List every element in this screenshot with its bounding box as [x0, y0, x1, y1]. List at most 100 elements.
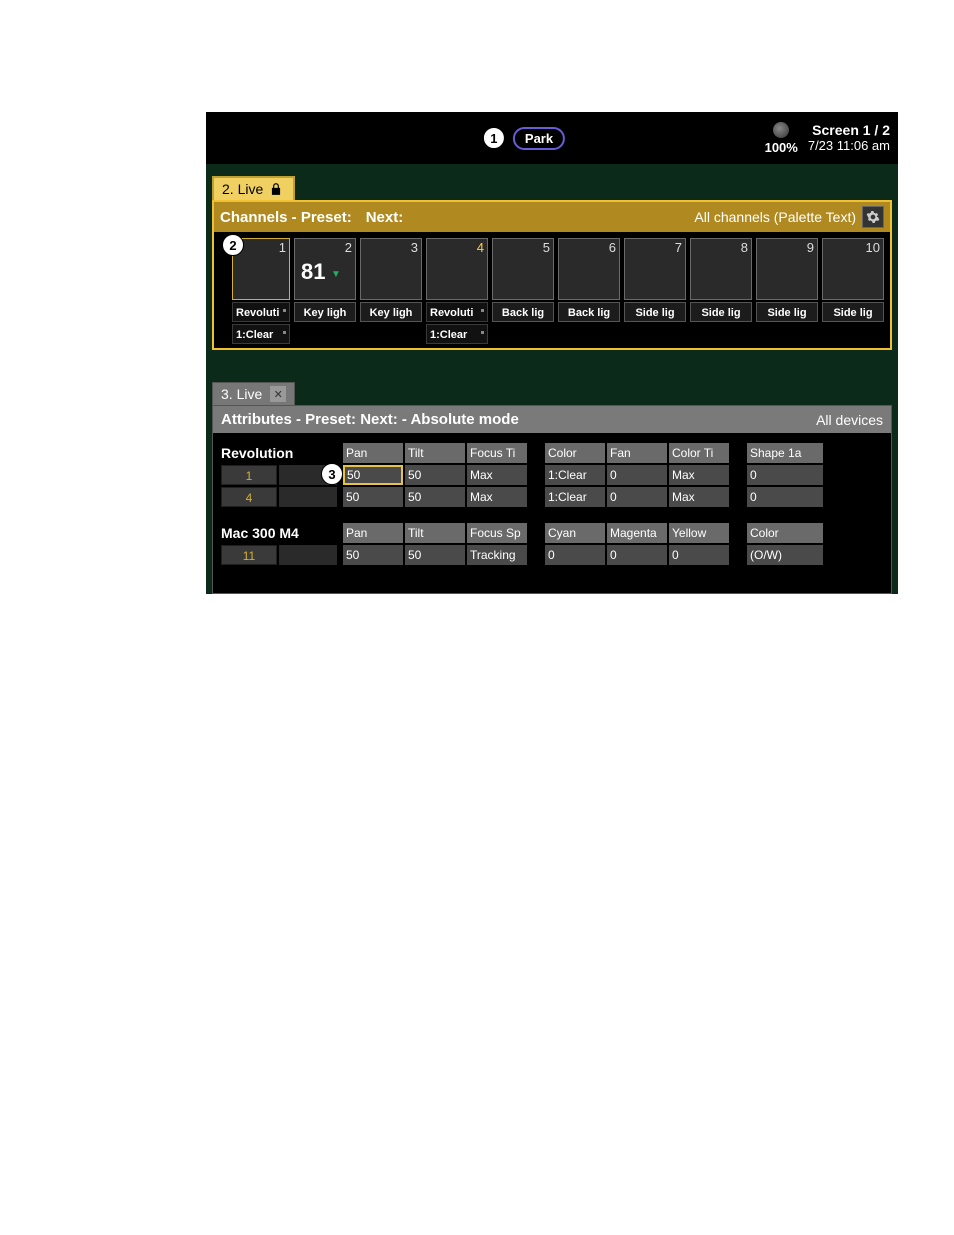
channel-sublabel: Key ligh	[360, 302, 422, 322]
channel-number: 8	[741, 240, 748, 255]
attr-value-cell[interactable]: 50	[405, 487, 465, 507]
attr-value-cell[interactable]: 50	[343, 465, 403, 485]
channel-extra: 1:Clear	[426, 324, 488, 344]
channel-number: 5	[543, 240, 550, 255]
attributes-panel: Attributes - Preset: Next: - Absolute mo…	[212, 405, 892, 594]
channel-extra: 1:Clear	[232, 324, 290, 344]
attr-value-cell[interactable]: 0	[607, 545, 667, 565]
channel-10[interactable]: 10Side lig	[822, 238, 884, 344]
attr-value-cell[interactable]: (O/W)	[747, 545, 823, 565]
fixture-channel-id[interactable]: 4	[221, 487, 277, 507]
channel-9[interactable]: 9Side lig	[756, 238, 818, 344]
intensity-percent: 100%	[765, 140, 798, 155]
attributes-panel-wrapper: 3. Live ✕ Attributes - Preset: Next: - A…	[212, 382, 892, 594]
tab-live-2[interactable]: 2. Live	[212, 176, 295, 200]
gear-button[interactable]	[862, 206, 884, 228]
channel-sublabel: Side lig	[624, 302, 686, 322]
channel-number: 2	[345, 240, 352, 255]
channel-5[interactable]: 5 Back lig	[492, 238, 554, 344]
attr-value-cell[interactable]: 0	[545, 545, 605, 565]
close-icon[interactable]: ✕	[270, 386, 286, 402]
attributes-filter: All devices	[816, 412, 883, 428]
attr-value-cell[interactable]: Tracking	[467, 545, 527, 565]
attr-header-cell: Pan	[343, 523, 403, 543]
channel-2[interactable]: 2 81 ▼ Key ligh	[294, 238, 356, 344]
channel-number: 1	[279, 240, 286, 255]
fixture-channel-id[interactable]: 11	[221, 545, 277, 565]
fixture-channel-id[interactable]: 1	[221, 465, 277, 485]
attr-header-cell: Yellow	[669, 523, 729, 543]
fixture-block: RevolutionPanTiltFocus TiColorFanColor T…	[221, 443, 883, 507]
lock-icon	[269, 182, 283, 196]
attr-header-cell: Color	[747, 523, 823, 543]
attr-header-cell: Tilt	[405, 523, 465, 543]
tab-live-3[interactable]: 3. Live ✕	[212, 382, 295, 405]
attr-header-cell: Pan	[343, 443, 403, 463]
attr-value-cell[interactable]: 1:Clear	[545, 487, 605, 507]
channels-title: Channels - Preset:	[220, 209, 352, 226]
attr-header-cell: Fan	[607, 443, 667, 463]
fixture-name: Mac 300 M4	[221, 523, 341, 543]
channel-number: 10	[866, 240, 880, 255]
channel-sublabel: Key ligh	[294, 302, 356, 322]
attr-value-cell[interactable]: 50	[343, 487, 403, 507]
tab-live-2-label: 2. Live	[222, 181, 263, 197]
attr-value-cell[interactable]: 0	[747, 487, 823, 507]
top-bar: 1 Park 100% Screen 1 / 2 7/23 11:06 am	[206, 112, 898, 164]
attributes-body: RevolutionPanTiltFocus TiColorFanColor T…	[213, 433, 891, 593]
callout-1: 1	[483, 127, 505, 149]
channels-next: Next:	[366, 209, 404, 226]
attr-header-cell: Focus Sp	[467, 523, 527, 543]
channel-sublabel: Back lig	[492, 302, 554, 322]
channel-number: 9	[807, 240, 814, 255]
channel-extra: Revoluti	[232, 302, 290, 322]
gear-icon	[866, 210, 880, 224]
callout-2: 2	[222, 234, 244, 256]
tab-live-3-label: 3. Live	[221, 386, 262, 402]
clock: 7/23 11:06 am	[808, 139, 890, 154]
attr-value-cell[interactable]: 50	[405, 545, 465, 565]
fixture-name: Revolution	[221, 443, 341, 463]
attr-value-cell[interactable]: Max	[467, 465, 527, 485]
channel-row: 2 1Revoluti1:Clear281▼Key ligh3Key ligh4…	[214, 232, 890, 348]
channel-sublabel: Side lig	[690, 302, 752, 322]
channel-4[interactable]: 4 Revoluti1:Clear	[426, 238, 488, 344]
attr-value-cell[interactable]: 0	[747, 465, 823, 485]
channel-number: 7	[675, 240, 682, 255]
main-window: 1 Park 100% Screen 1 / 2 7/23 11:06 am 2…	[206, 112, 898, 594]
attr-header-cell: Magenta	[607, 523, 667, 543]
screen-indicator: Screen 1 / 2	[808, 122, 890, 138]
channels-panel-wrapper: 2. Live Channels - Preset: Next: All cha…	[212, 176, 892, 350]
channel-7[interactable]: 7 Side lig	[624, 238, 686, 344]
channel-1[interactable]: 1 Revoluti1:Clear	[232, 238, 290, 344]
attr-value-cell[interactable]: 0	[607, 487, 667, 507]
attr-value-cell[interactable]: 0	[669, 545, 729, 565]
channel-value: 81	[301, 259, 325, 285]
channel-extra: Revoluti	[426, 302, 488, 322]
attr-header-cell: Color Ti	[669, 443, 729, 463]
channel-6[interactable]: 6 Back lig	[558, 238, 620, 344]
attr-value-cell[interactable]: 50	[405, 465, 465, 485]
attributes-title: Attributes - Preset: Next: - Absolute mo…	[221, 411, 519, 428]
channel-sublabel: Back lig	[558, 302, 620, 322]
intensity-icon	[773, 122, 789, 138]
channel-8[interactable]: 8 Side lig	[690, 238, 752, 344]
attr-value-cell[interactable]: Max	[669, 487, 729, 507]
down-triangle-icon: ▼	[331, 269, 341, 280]
attr-value-cell[interactable]: Max	[669, 465, 729, 485]
attr-header-cell: Shape 1a	[747, 443, 823, 463]
channel-3[interactable]: 3Key ligh	[360, 238, 422, 344]
attr-value-cell[interactable]: 0	[607, 465, 667, 485]
attr-header-cell: Cyan	[545, 523, 605, 543]
attributes-header: Attributes - Preset: Next: - Absolute mo…	[213, 406, 891, 433]
channels-panel: Channels - Preset: Next: All channels (P…	[212, 200, 892, 350]
callout-3: 3	[321, 463, 343, 485]
channels-filter-label: All channels (Palette Text)	[694, 209, 856, 225]
channel-number: 6	[609, 240, 616, 255]
attr-value-cell[interactable]: Max	[467, 487, 527, 507]
attr-value-cell[interactable]: 50	[343, 545, 403, 565]
attr-value-cell[interactable]: 1:Clear	[545, 465, 605, 485]
park-button[interactable]: Park	[513, 127, 565, 150]
channels-header: Channels - Preset: Next: All channels (P…	[214, 202, 890, 232]
channel-number: 4	[477, 240, 484, 255]
